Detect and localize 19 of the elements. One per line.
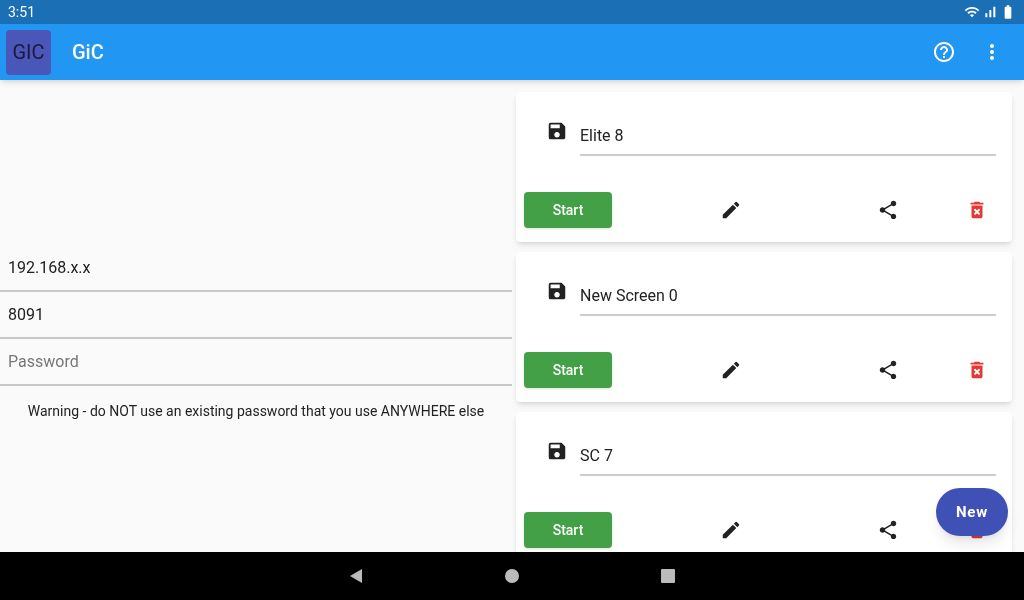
signal-icon (982, 4, 998, 20)
app-title: GiC (72, 39, 104, 66)
warning-text: Warning - do NOT use an existing password that you use ANYWHERE else (26, 402, 486, 421)
home-icon[interactable] (504, 568, 520, 584)
save-icon (546, 440, 568, 462)
status-time: 3:51 (8, 2, 35, 22)
app-logo: GIC (6, 29, 51, 75)
port-field[interactable]: 8091 (0, 292, 512, 339)
wifi-icon (964, 4, 980, 20)
screen-name-field[interactable]: Elite 8 (580, 116, 996, 156)
save-icon (546, 120, 568, 142)
password-field[interactable]: Password (0, 339, 512, 386)
save-icon (546, 280, 568, 302)
host-field[interactable]: 192.168.x.x (0, 245, 512, 292)
screen-name-field[interactable]: New Screen 0 (580, 276, 996, 316)
screen-name-field[interactable]: SC 7 (580, 436, 996, 476)
help-icon[interactable] (932, 40, 956, 64)
back-icon[interactable] (348, 568, 364, 584)
recents-icon[interactable] (660, 568, 676, 584)
